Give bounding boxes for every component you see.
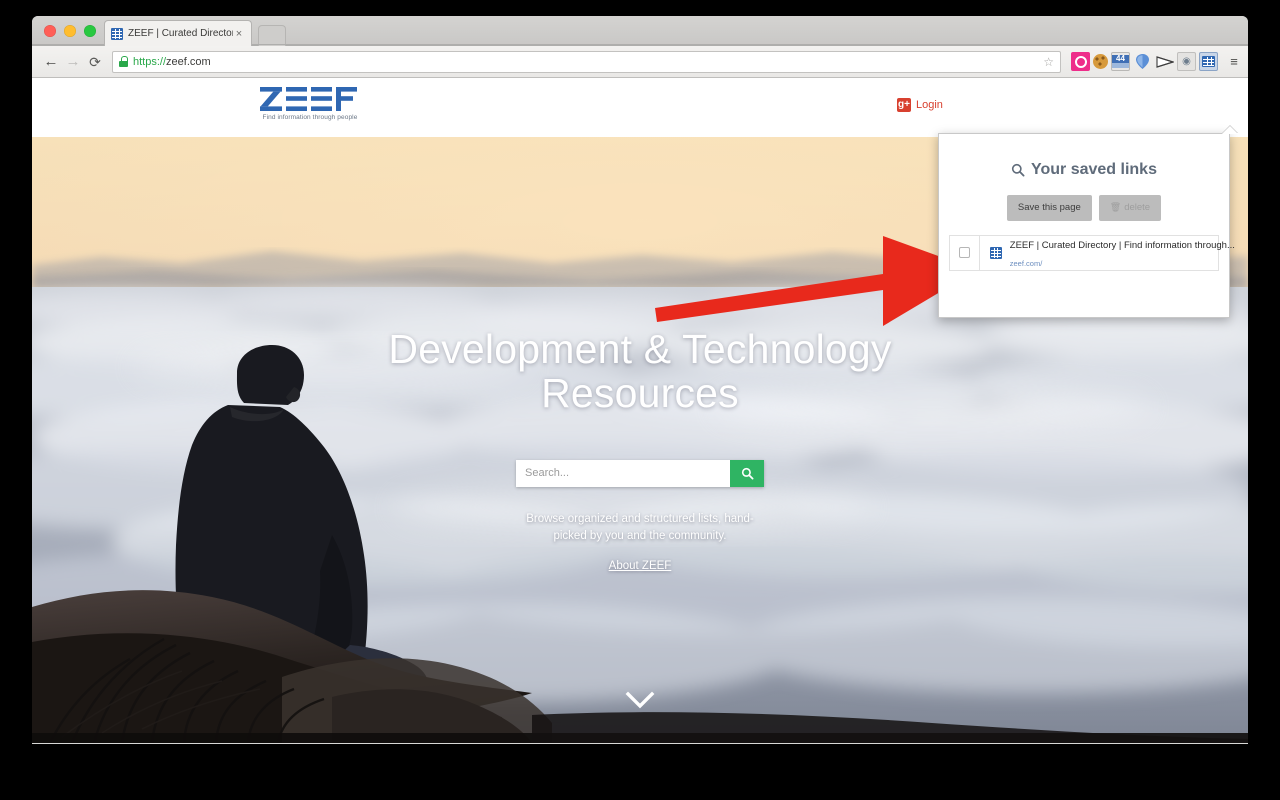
flag-extension-icon[interactable]	[1155, 52, 1174, 71]
popup-pointer-arrow	[1222, 126, 1238, 134]
item-checkbox[interactable]	[959, 247, 970, 258]
item-url: zeef.com/	[1009, 258, 1043, 268]
delete-label: delete	[1124, 202, 1151, 213]
zeef-logo[interactable]: Find information through people	[260, 86, 360, 121]
browser-menu-icon[interactable]: ≡	[1224, 54, 1244, 69]
zeef-tagline: Find information through people	[262, 114, 358, 121]
login-label: Login	[916, 99, 943, 111]
new-tab-button[interactable]	[258, 25, 286, 46]
window-minimize-button[interactable]	[64, 25, 76, 37]
site-header: Find information through people g+ Login	[32, 78, 1248, 137]
hero-title-line1: Development & Technology	[388, 326, 892, 372]
cookie-extension-icon[interactable]	[1093, 54, 1108, 69]
zeef-wordmark-icon	[260, 87, 357, 111]
popup-title-text: Your saved links	[1031, 161, 1157, 178]
search-icon	[1011, 163, 1025, 177]
tab-strip: ZEEF | Curated Directory | ×	[32, 16, 1248, 46]
saved-links-popup: Your saved links Save this page 🗑 delete…	[938, 133, 1235, 318]
saved-links-extension-icon[interactable]	[1199, 52, 1218, 71]
browser-window: ZEEF | Curated Directory | × ← → ⟳ https…	[32, 16, 1248, 744]
trash-icon: 🗑	[1109, 202, 1122, 213]
page-title: Development & Technology Resources	[32, 327, 1248, 416]
popup-actions: Save this page 🗑 delete	[939, 195, 1229, 221]
44-extension-label: 44	[1112, 55, 1129, 63]
search-button[interactable]	[730, 459, 764, 487]
zeef-favicon-icon	[989, 246, 1002, 259]
bookmark-star-icon[interactable]: ☆	[1040, 55, 1054, 69]
saved-links-list: ZEEF | Curated Directory | Find informat…	[949, 234, 1235, 271]
browser-tab[interactable]: ZEEF | Curated Directory | ×	[104, 20, 252, 46]
about-zeef-link[interactable]: About ZEEF	[609, 560, 672, 572]
hero-title-line2: Resources	[541, 370, 739, 417]
pin-extension-icon[interactable]	[1133, 52, 1152, 71]
44-extension-bar	[1112, 63, 1129, 68]
google-plus-icon: g+	[897, 98, 911, 112]
address-bar[interactable]: https://zeef.com ☆	[112, 50, 1061, 73]
url-text: https://zeef.com	[133, 55, 211, 68]
delete-button[interactable]: 🗑 delete	[1098, 195, 1162, 221]
camera-extension-icon[interactable]	[1071, 52, 1090, 71]
globe-extension-icon[interactable]: ◉	[1177, 52, 1196, 71]
window-close-button[interactable]	[44, 25, 56, 37]
zeef-favicon-icon	[111, 27, 123, 40]
forward-icon[interactable]: →	[62, 46, 84, 78]
item-title: ZEEF | Curated Directory | Find informat…	[1009, 239, 1235, 251]
item-divider	[979, 235, 980, 270]
tab-title: ZEEF | Curated Directory |	[128, 27, 233, 39]
save-this-page-button[interactable]: Save this page	[1006, 195, 1092, 221]
extension-icons: 44 ◉	[1067, 52, 1224, 71]
reload-icon[interactable]: ⟳	[84, 46, 106, 78]
item-text: ZEEF | Curated Directory | Find informat…	[1009, 235, 1235, 271]
window-maximize-button[interactable]	[84, 25, 96, 37]
tab-close-icon[interactable]: ×	[233, 28, 245, 40]
44-extension-icon[interactable]: 44	[1111, 52, 1130, 71]
search-icon	[741, 467, 754, 480]
popup-title: Your saved links	[939, 161, 1229, 179]
browser-toolbar: ← → ⟳ https://zeef.com ☆ 44 ◉ ≡	[32, 46, 1248, 78]
secure-lock-icon	[119, 56, 128, 67]
scroll-down-indicator[interactable]	[32, 690, 1248, 715]
google-plus-login-button[interactable]: g+ Login	[897, 98, 943, 112]
chevron-down-icon	[625, 691, 655, 709]
hero-search-bar	[516, 459, 764, 487]
page-viewport: Find information through people g+ Login	[32, 78, 1248, 743]
hero-subtitle: Browse organized and structured lists, h…	[526, 512, 754, 543]
grid-glyph-icon	[1202, 56, 1215, 67]
list-item[interactable]: ZEEF | Curated Directory | Find informat…	[950, 235, 1235, 271]
back-icon[interactable]: ←	[40, 46, 62, 78]
search-input[interactable]	[516, 459, 730, 487]
